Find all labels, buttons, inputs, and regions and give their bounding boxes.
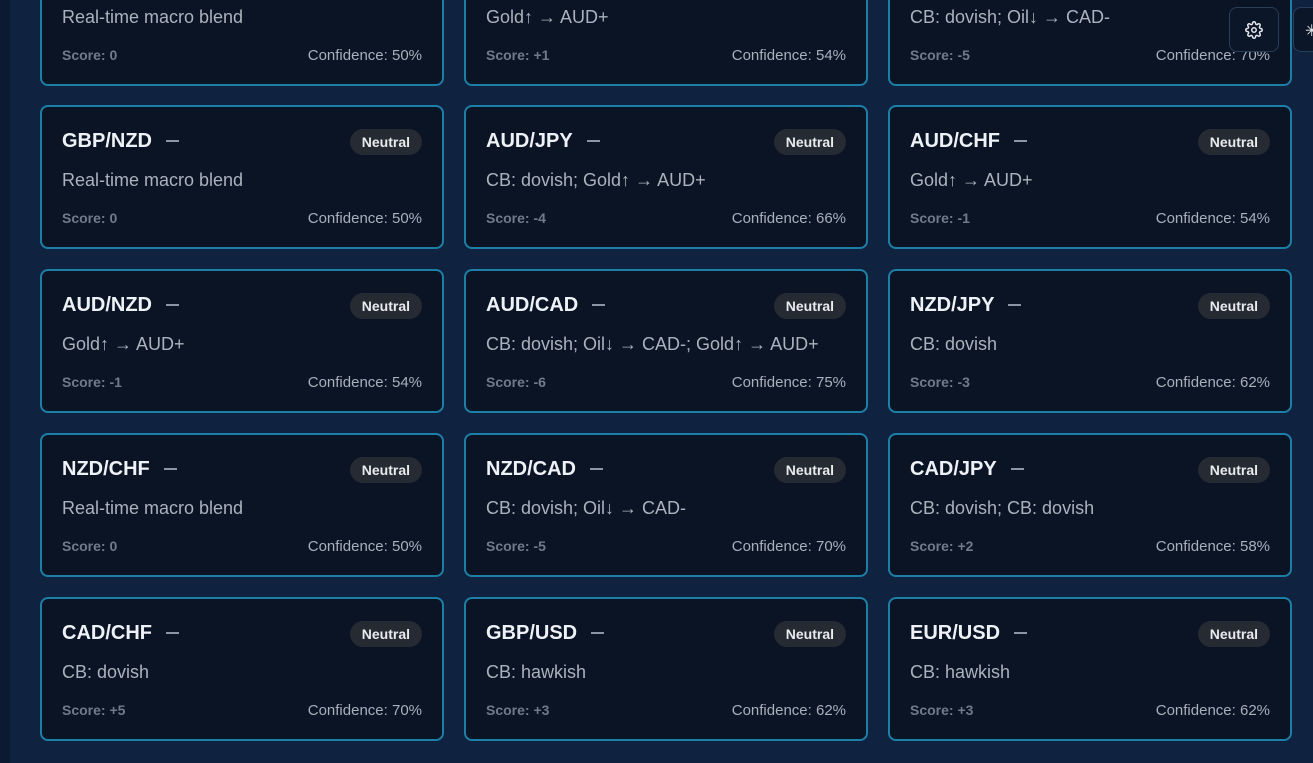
trend-dash-icon [587, 140, 600, 142]
driver-description: CB: dovish; Gold↑ → AUD+ [486, 170, 706, 190]
driver-description: CB: dovish; Oil↓ → CAD- [486, 498, 687, 518]
trend-dash-icon [590, 468, 603, 470]
score-text: Score: +1 [486, 47, 550, 63]
driver-description: CB: hawkish [486, 662, 587, 682]
score-text: Score: 0 [62, 47, 118, 63]
pair-title: CAD/JPY [910, 458, 997, 480]
pair-card[interactable]: Real-time macro blend Score: 0 Confidence:… [40, 0, 444, 86]
confidence-text: Confidence: 75% [731, 374, 846, 391]
sentiment-badge: Neutral [349, 129, 422, 155]
sentiment-badge: Neutral [1197, 293, 1270, 319]
score-text: Score: 0 [62, 210, 118, 226]
sentiment-badge: Neutral [349, 293, 422, 319]
trend-dash-icon [591, 632, 604, 634]
driver-description: Real-time macro blend [62, 7, 244, 27]
gear-icon [1245, 20, 1263, 39]
pair-title: AUD/NZD [62, 294, 152, 316]
score-text: Score: +3 [486, 702, 550, 718]
pair-card-aud-cad[interactable]: AUD/CAD Neutral CB: dovish; Oil↓ → CAD-; G… [464, 269, 868, 413]
confidence-text: Confidence: 62% [1155, 702, 1270, 719]
sentiment-badge: Neutral [773, 293, 846, 319]
pair-card-aud-nzd[interactable]: AUD/NZD Neutral Gold↑ → AUD+ Score: -1 Confi… [40, 269, 444, 413]
confidence-text: Confidence: 62% [1155, 374, 1270, 391]
settings-button[interactable] [1229, 7, 1279, 52]
pair-title: GBP/NZD [62, 130, 152, 152]
score-text: Score: +2 [910, 538, 974, 554]
confidence-text: Confidence: 70% [731, 538, 846, 555]
confidence-text: Confidence: 54% [731, 47, 846, 64]
pair-title: CAD/CHF [62, 622, 152, 644]
driver-description: Gold↑ → AUD+ [486, 7, 609, 27]
sentiment-badge: Neutral [1197, 129, 1270, 155]
driver-description: CB: dovish; Oil↓ → CAD- [910, 7, 1111, 27]
sentiment-badge: Neutral [1197, 457, 1270, 483]
collapse-button[interactable]: ✳ [1293, 7, 1313, 52]
confidence-text: Confidence: 54% [307, 374, 422, 391]
pair-card-aud-jpy[interactable]: AUD/JPY Neutral CB: dovish; Gold↑ → AUD+ Sc… [464, 105, 868, 249]
score-text: Score: -5 [910, 47, 970, 63]
driver-description: CB: dovish [62, 662, 150, 682]
pair-card-grid: Real-time macro blend Score: 0 Confidence:… [0, 0, 1313, 763]
pair-card-gbp-usd[interactable]: GBP/USD Neutral CB: hawkish Score: +3 Confid… [464, 597, 868, 741]
confidence-text: Confidence: 50% [307, 538, 422, 555]
pair-title: NZD/CAD [486, 458, 576, 480]
pair-card-cad-jpy[interactable]: CAD/JPY Neutral CB: dovish; CB: dovish Scor… [888, 433, 1292, 577]
pair-card-nzd-jpy[interactable]: NZD/JPY Neutral CB: dovish Score: -3 Confide… [888, 269, 1292, 413]
pair-title: GBP/USD [486, 622, 578, 644]
sentiment-badge: Neutral [349, 457, 422, 483]
pair-card[interactable]: Gold↑ → AUD+ Score: +1 Confidence: 54% [464, 0, 868, 86]
confidence-text: Confidence: 58% [1155, 538, 1270, 555]
trend-dash-icon [1014, 140, 1027, 142]
pair-title: AUD/CHF [910, 130, 1000, 152]
trend-dash-icon [1011, 468, 1024, 470]
driver-description: CB: dovish [910, 334, 998, 354]
pair-title: NZD/CHF [62, 458, 150, 480]
confidence-text: Confidence: 50% [307, 210, 422, 227]
trend-dash-icon [164, 468, 177, 470]
sentiment-badge: Neutral [773, 129, 846, 155]
driver-description: Gold↑ → AUD+ [910, 170, 1033, 190]
pair-card-aud-chf[interactable]: AUD/CHF Neutral Gold↑ → AUD+ Score: -1 Confi… [888, 105, 1292, 249]
trend-dash-icon [166, 140, 179, 142]
pair-title: AUD/JPY [486, 130, 573, 152]
pair-card-eur-usd[interactable]: EUR/USD Neutral CB: hawkish Score: +3 Confid… [888, 597, 1292, 741]
pair-title: EUR/USD [910, 622, 1001, 644]
pair-card-nzd-chf[interactable]: NZD/CHF Neutral Real-time macro blend Score… [40, 433, 444, 577]
confidence-text: Confidence: 66% [731, 210, 846, 227]
score-text: Score: +5 [62, 702, 126, 718]
pair-card-nzd-cad[interactable]: NZD/CAD Neutral CB: dovish; Oil↓ → CAD- Sco… [464, 433, 868, 577]
driver-description: CB: dovish; Oil↓ → CAD-; Gold↑ → AUD+ [486, 334, 819, 354]
score-text: Score: -4 [486, 210, 546, 226]
confidence-text: Confidence: 70% [307, 702, 422, 719]
driver-description: Real-time macro blend [62, 170, 244, 190]
score-text: Score: -6 [486, 374, 546, 390]
score-text: Score: +3 [910, 702, 974, 718]
pair-title: NZD/JPY [910, 294, 995, 316]
driver-description: CB: dovish; CB: dovish [910, 498, 1095, 518]
pair-title: AUD/CAD [486, 294, 579, 316]
trend-dash-icon [1014, 632, 1027, 634]
trend-dash-icon [166, 304, 179, 306]
pair-card-gbp-nzd[interactable]: GBP/NZD Neutral Real-time macro blend Score… [40, 105, 444, 249]
confidence-text: Confidence: 50% [307, 47, 422, 64]
trend-dash-icon [166, 632, 179, 634]
trend-dash-icon [1008, 304, 1021, 306]
confidence-text: Confidence: 54% [1155, 210, 1270, 227]
sentiment-badge: Neutral [1197, 621, 1270, 647]
score-text: Score: 0 [62, 538, 118, 554]
sentiment-badge: Neutral [349, 621, 422, 647]
driver-description: CB: hawkish [910, 662, 1011, 682]
score-text: Score: -5 [486, 538, 546, 554]
sentiment-badge: Neutral [773, 621, 846, 647]
score-text: Score: -1 [62, 374, 122, 390]
confidence-text: Confidence: 62% [731, 702, 846, 719]
driver-description: Gold↑ → AUD+ [62, 334, 185, 354]
trend-dash-icon [592, 304, 605, 306]
pair-card-cad-chf[interactable]: CAD/CHF Neutral CB: dovish Score: +5 Confide… [40, 597, 444, 741]
collapse-icon: ✳ [1305, 21, 1313, 40]
score-text: Score: -3 [910, 374, 970, 390]
driver-description: Real-time macro blend [62, 498, 244, 518]
score-text: Score: -1 [910, 210, 970, 226]
sentiment-badge: Neutral [773, 457, 846, 483]
